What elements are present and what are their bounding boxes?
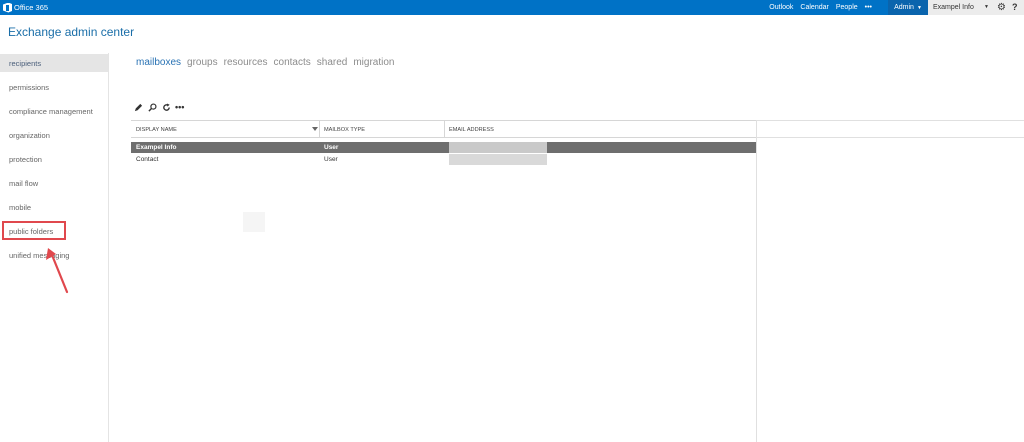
details-pane-line bbox=[757, 137, 1024, 138]
nav-more[interactable]: ••• bbox=[865, 4, 872, 11]
user-name: Exampel Info bbox=[933, 4, 974, 11]
tab-resources[interactable]: resources bbox=[224, 57, 268, 68]
column-email-address[interactable]: EMAIL ADDRESS bbox=[449, 121, 494, 138]
nav-people[interactable]: People bbox=[836, 4, 858, 11]
cell-display-name: Contact bbox=[136, 156, 159, 163]
sidebar-divider bbox=[108, 53, 109, 442]
sidebar-item-organization[interactable]: organization bbox=[0, 126, 108, 144]
sidebar-item-mail-flow[interactable]: mail flow bbox=[0, 174, 108, 192]
redacted-email bbox=[449, 154, 547, 165]
tab-shared[interactable]: shared bbox=[317, 57, 348, 68]
edit-icon[interactable] bbox=[132, 101, 144, 113]
office-logo-icon bbox=[3, 2, 12, 13]
tab-mailboxes[interactable]: mailboxes bbox=[136, 57, 181, 68]
admin-label: Admin bbox=[894, 4, 914, 11]
faint-artifact bbox=[243, 212, 265, 232]
nav-outlook[interactable]: Outlook bbox=[769, 4, 793, 11]
cell-display-name: Exampel Info bbox=[136, 144, 177, 151]
user-menu[interactable]: Exampel Info ▼ ⚙ ? bbox=[928, 0, 1024, 15]
chevron-down-icon: ▼ bbox=[916, 4, 922, 11]
refresh-icon[interactable] bbox=[160, 101, 172, 113]
recipients-tabs: mailboxes groups resources contacts shar… bbox=[136, 57, 400, 68]
column-divider bbox=[444, 121, 445, 138]
column-divider bbox=[319, 121, 320, 138]
details-pane-divider bbox=[756, 120, 757, 442]
table-row[interactable]: Exampel Info User bbox=[131, 142, 757, 153]
tab-migration[interactable]: migration bbox=[353, 57, 394, 68]
gear-icon[interactable]: ⚙ bbox=[997, 2, 1006, 13]
toolbar: ••• bbox=[132, 101, 184, 113]
sidebar-item-protection[interactable]: protection bbox=[0, 150, 108, 168]
cell-mailbox-type: User bbox=[324, 156, 338, 163]
column-mailbox-type[interactable]: MAILBOX TYPE bbox=[324, 121, 365, 138]
office365-brand[interactable]: Office 365 bbox=[3, 2, 48, 13]
sidebar-item-mobile[interactable]: mobile bbox=[0, 198, 108, 216]
sort-caret-icon[interactable] bbox=[312, 127, 318, 131]
highlight-box bbox=[2, 221, 66, 240]
more-actions-button[interactable]: ••• bbox=[175, 103, 184, 112]
table-row[interactable]: Contact User bbox=[131, 154, 757, 165]
page-title: Exchange admin center bbox=[8, 25, 135, 39]
redacted-email bbox=[449, 142, 547, 153]
table-header: DISPLAY NAME MAILBOX TYPE EMAIL ADDRESS bbox=[131, 120, 757, 138]
sidebar-item-recipients[interactable]: recipients bbox=[0, 54, 108, 72]
brand-text: Office 365 bbox=[14, 3, 49, 12]
nav-calendar[interactable]: Calendar bbox=[800, 4, 828, 11]
details-pane-line bbox=[757, 120, 1024, 121]
cell-mailbox-type: User bbox=[324, 144, 339, 151]
tab-contacts[interactable]: contacts bbox=[274, 57, 311, 68]
sidebar-item-unified-messaging[interactable]: unified messaging bbox=[0, 246, 108, 264]
sidebar-item-permissions[interactable]: permissions bbox=[0, 78, 108, 96]
admin-menu[interactable]: Admin ▼ bbox=[888, 0, 928, 15]
tab-groups[interactable]: groups bbox=[187, 57, 218, 68]
sidebar-item-compliance-management[interactable]: compliance management bbox=[0, 102, 108, 120]
top-bar: Office 365 Outlook Calendar People ••• A… bbox=[0, 0, 1024, 15]
column-display-name[interactable]: DISPLAY NAME bbox=[136, 121, 177, 138]
top-nav: Outlook Calendar People ••• bbox=[762, 0, 872, 15]
sidebar: recipients permissions compliance manage… bbox=[0, 53, 108, 442]
search-icon[interactable] bbox=[146, 101, 158, 113]
help-icon[interactable]: ? bbox=[1012, 2, 1018, 12]
chevron-down-icon: ▼ bbox=[984, 4, 989, 10]
